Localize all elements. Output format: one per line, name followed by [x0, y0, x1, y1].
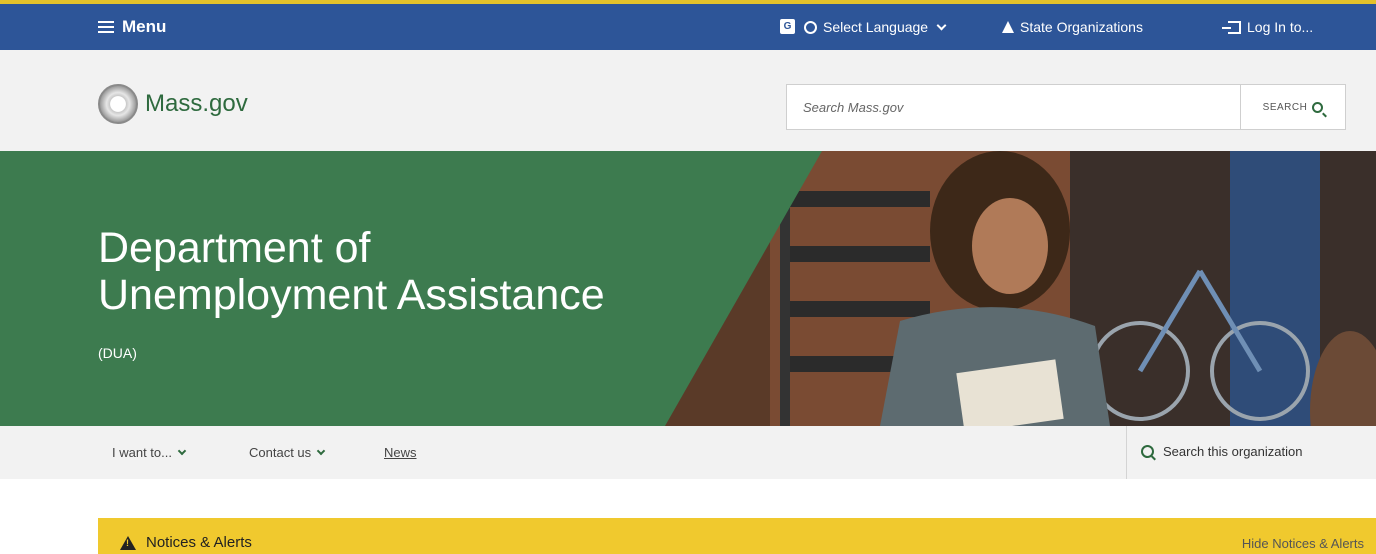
notices-alerts-bar: Notices & Alerts Hide Notices & Alerts [98, 518, 1376, 554]
menu-label: Menu [122, 17, 167, 36]
i-want-to-label: I want to... [112, 445, 172, 460]
menu-button[interactable]: Menu [98, 17, 166, 37]
page-title: Department of Unemployment Assistance [98, 225, 605, 319]
search-button[interactable]: SEARCH [1240, 85, 1345, 129]
utility-bar: Menu G Select Language State Organizatio… [0, 0, 1376, 50]
i-want-to-dropdown[interactable]: I want to... [112, 445, 187, 460]
state-seal-icon [98, 84, 138, 124]
nav-divider [1126, 426, 1127, 479]
globe-icon [804, 20, 817, 34]
login-button[interactable]: Log In to... [1222, 19, 1314, 35]
search-icon [1312, 101, 1324, 113]
hide-alerts-button[interactable]: Hide Notices & Alerts [1242, 536, 1364, 551]
warning-icon [120, 535, 136, 550]
login-label: Log In to... [1247, 19, 1314, 35]
select-language-label: Select Language [823, 19, 929, 35]
search-input[interactable] [787, 85, 1240, 129]
state-organizations-label: State Organizations [1020, 19, 1143, 35]
building-icon [1002, 21, 1014, 33]
news-link[interactable]: News [384, 445, 417, 460]
site-search: SEARCH [786, 84, 1346, 130]
org-navigation: I want to... Contact us News Search this… [0, 426, 1376, 479]
translate-icon[interactable]: G [780, 19, 795, 34]
mass-gov-logo[interactable]: Mass.gov [98, 84, 248, 124]
state-organizations-button[interactable]: State Organizations [1002, 19, 1143, 35]
login-icon [1222, 20, 1241, 34]
chevron-down-icon [936, 20, 947, 30]
search-organization-label: Search this organization [1163, 444, 1303, 459]
select-language-button[interactable]: Select Language [804, 19, 947, 35]
hamburger-icon [98, 21, 114, 33]
search-organization-button[interactable]: Search this organization [1141, 444, 1302, 459]
contact-us-label: Contact us [249, 445, 312, 460]
contact-us-dropdown[interactable]: Contact us [249, 445, 326, 460]
site-header: Mass.gov SEARCH [0, 50, 1376, 151]
search-icon [1141, 445, 1154, 458]
chevron-down-icon [177, 446, 187, 455]
notices-alerts-title: Notices & Alerts [120, 534, 252, 551]
org-banner: Department of Unemployment Assistance (D… [0, 151, 1376, 426]
logo-text: Mass.gov [145, 90, 248, 117]
page-title-line1: Department of [98, 224, 371, 272]
org-acronym: (DUA) [98, 345, 137, 361]
search-button-label: SEARCH [1262, 101, 1308, 113]
chevron-down-icon [316, 446, 326, 455]
page-title-line2: Unemployment Assistance [98, 271, 605, 319]
notices-alerts-label: Notices & Alerts [146, 534, 252, 551]
